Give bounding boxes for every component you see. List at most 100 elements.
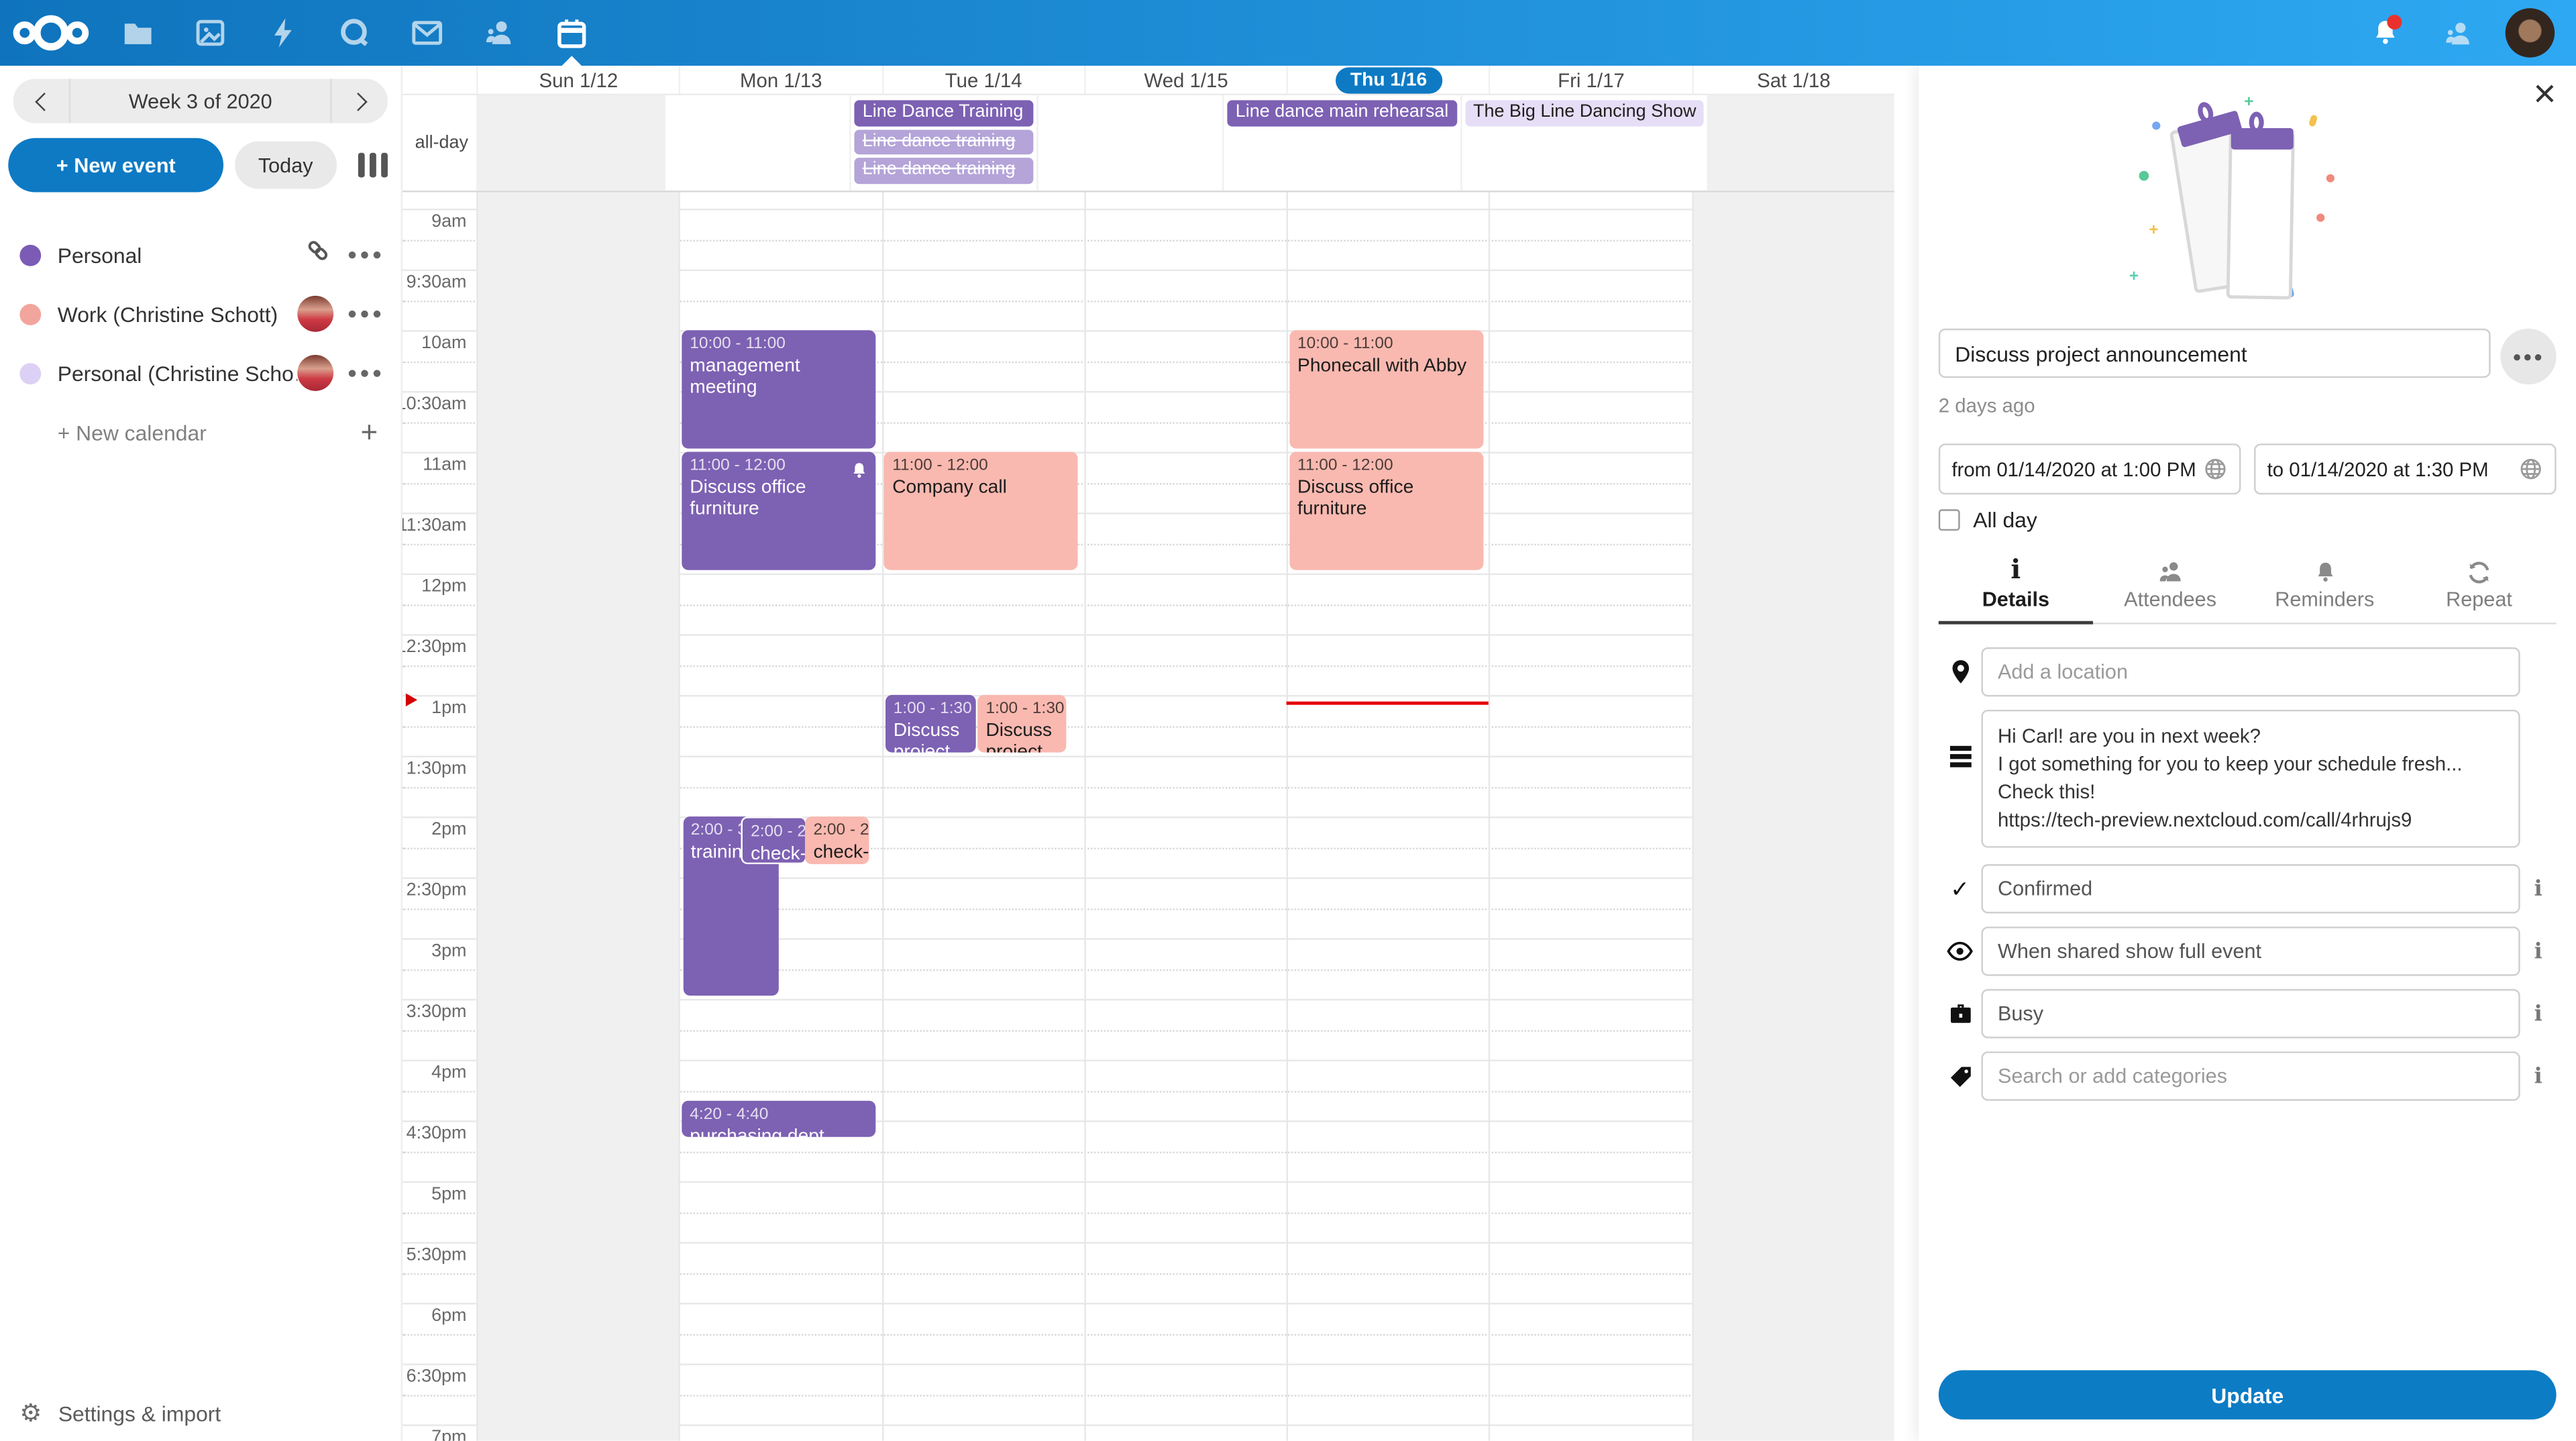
all-day-cell[interactable] [476, 95, 663, 191]
timezone-globe-icon[interactable] [2518, 457, 2543, 482]
user-avatar[interactable] [2494, 0, 2567, 66]
all-day-cell[interactable] [1708, 95, 1894, 191]
end-datetime-field[interactable]: to 01/14/2020 at 1:30 PM [2254, 443, 2557, 494]
calendar-actions-icon[interactable]: ●●● [347, 305, 384, 323]
day-column[interactable] [476, 193, 679, 1441]
day-header[interactable]: Sat 1/18 [1692, 66, 1894, 94]
all-day-cell[interactable]: Line dance main rehearsal [1222, 95, 1460, 191]
event-time: 1:00 - 1:30 [985, 700, 1057, 719]
all-day-event[interactable]: Line dance training [855, 158, 1033, 183]
calendar-event[interactable]: 11:00 - 12:00Discuss office furniture [1289, 451, 1483, 570]
day-column[interactable] [1489, 193, 1692, 1441]
start-datetime-field[interactable]: from 01/14/2020 at 1:00 PM [1939, 443, 2241, 494]
next-week-button[interactable] [332, 79, 388, 123]
notification-dot [2387, 15, 2402, 30]
time-label: 12:30pm [402, 637, 467, 657]
activity-app-icon[interactable] [246, 0, 319, 66]
all-day-row: all-dayLine Dance TrainingLine dance tra… [402, 95, 1894, 192]
all-day-event[interactable]: Line dance main rehearsal [1228, 100, 1457, 125]
update-button[interactable]: Update [1939, 1370, 2557, 1419]
talk-app-icon[interactable] [319, 0, 391, 66]
categories-input[interactable] [1981, 1052, 2520, 1101]
event-title-input[interactable] [1939, 329, 2491, 378]
tab-reminders[interactable]: Reminders [2247, 553, 2402, 623]
location-pin-icon [1939, 659, 1982, 685]
day-header[interactable]: Sun 1/12 [476, 66, 679, 94]
current-time-arrow-icon [406, 693, 417, 706]
all-day-cell[interactable] [663, 95, 849, 191]
day-column[interactable]: 10:00 - 11:00Phonecall with Abby11:00 - … [1287, 193, 1489, 1441]
day-header[interactable]: Thu 1/16 [1287, 66, 1489, 94]
close-icon[interactable]: × [2533, 76, 2556, 115]
visibility-select[interactable]: When shared show full event [1981, 927, 2520, 976]
all-day-toggle[interactable]: All day [1939, 508, 2557, 533]
tab-repeat[interactable]: Repeat [2402, 553, 2556, 623]
tab-attendees[interactable]: Attendees [2093, 553, 2247, 623]
visibility-info-icon[interactable]: i [2520, 939, 2557, 964]
settings-import-button[interactable]: ⚙ Settings & import [19, 1398, 221, 1428]
event-actions-menu-button[interactable]: ●●● [2500, 329, 2556, 384]
all-day-cell[interactable]: Line Dance Training Line dance training Li… [849, 95, 1036, 191]
tab-details[interactable]: i Details [1939, 553, 2093, 623]
notifications-bell-icon[interactable] [2349, 0, 2422, 66]
categories-info-icon[interactable]: i [2520, 1064, 2557, 1089]
previous-week-button[interactable] [13, 79, 69, 123]
calendar-item-work[interactable]: Work (Christine Schott) ●●● [0, 284, 401, 343]
calendar-event[interactable]: 1:00 - 1:30Discuss project [977, 695, 1066, 753]
busy-status-select[interactable]: Busy [1981, 990, 2520, 1038]
day-column[interactable] [1692, 193, 1894, 1441]
files-app-icon[interactable] [102, 0, 174, 66]
time-label: 6pm [431, 1306, 466, 1326]
day-column[interactable] [1084, 193, 1287, 1441]
nextcloud-logo-icon[interactable] [0, 11, 102, 54]
day-header-label: Fri 1/17 [1558, 68, 1625, 91]
calendar-event[interactable]: 11:00 - 12:00Company call [884, 451, 1078, 570]
mail-app-icon[interactable] [391, 0, 464, 66]
calendar-event[interactable]: 11:00 - 12:00Discuss office furniture [682, 451, 875, 570]
calendar-event[interactable]: 1:00 - 1:30Discuss project announcement [885, 695, 975, 753]
view-toggle-icon[interactable] [358, 153, 388, 178]
all-day-event[interactable]: Line Dance Training [855, 100, 1033, 125]
contacts-menu-icon[interactable] [2422, 0, 2494, 66]
calendar-event[interactable]: 10:00 - 11:00Phonecall with Abby [1289, 330, 1483, 448]
busy-info-icon[interactable]: i [2520, 1002, 2557, 1026]
all-day-event[interactable]: The Big Line Dancing Show [1465, 100, 1705, 125]
new-event-button[interactable]: + New event [8, 138, 223, 193]
status-select[interactable]: Confirmed [1981, 864, 2520, 913]
all-day-cell[interactable]: The Big Line Dancing Show [1460, 95, 1707, 191]
all-day-label: All day [1973, 508, 2037, 533]
day-column[interactable]: 11:00 - 12:00Company call 1:00 - 1:30Disc… [881, 193, 1084, 1441]
location-input[interactable] [1981, 647, 2520, 696]
day-header-label: Sun 1/12 [539, 68, 619, 91]
confetti-plus: + [2149, 223, 2158, 239]
calendar-actions-icon[interactable]: ●●● [347, 364, 384, 382]
day-column[interactable]: 10:00 - 11:00management meeting11:00 - 1… [679, 193, 881, 1441]
calendar-event[interactable]: 10:00 - 11:00management meeting [682, 330, 875, 448]
day-header[interactable]: Wed 1/15 [1084, 66, 1287, 94]
calendar-app-icon[interactable] [535, 0, 608, 66]
day-header[interactable]: Tue 1/14 [881, 66, 1084, 94]
calendar-event[interactable]: 4:20 - 4:40purchasing dept [682, 1100, 875, 1137]
today-pill: Thu 1/16 [1336, 66, 1442, 93]
calendar-item-personal-shared[interactable]: Personal (Christine Scho… ●●● [0, 343, 401, 403]
week-label[interactable]: Week 3 of 2020 [69, 79, 332, 123]
day-header[interactable]: Fri 1/17 [1489, 66, 1692, 94]
description-textarea[interactable]: Hi Carl! are you in next week? I got som… [1981, 710, 2520, 848]
calendar-actions-icon[interactable]: ●●● [347, 246, 384, 264]
calendar-name: Work (Christine Schott) [58, 301, 298, 326]
day-header[interactable]: Mon 1/13 [679, 66, 881, 94]
all-day-checkbox[interactable] [1939, 509, 1960, 531]
photos-app-icon[interactable] [174, 0, 247, 66]
calendar-event[interactable]: 2:00 - 2:30check-in [805, 816, 869, 864]
timezone-globe-icon[interactable] [2203, 457, 2228, 482]
all-day-cell[interactable] [1036, 95, 1222, 191]
contacts-app-icon[interactable] [464, 0, 536, 66]
calendar-item-personal[interactable]: Personal ●●● [0, 225, 401, 284]
status-info-icon[interactable]: i [2520, 877, 2557, 902]
all-day-event[interactable]: Line dance training [855, 129, 1033, 154]
share-link-icon[interactable] [306, 238, 331, 271]
time-label: 5pm [431, 1185, 466, 1204]
today-button[interactable]: Today [235, 142, 336, 189]
calendar-event[interactable]: 2:00 - 2:30check-in [741, 816, 807, 864]
new-calendar-button[interactable]: + New calendar + [0, 403, 401, 462]
